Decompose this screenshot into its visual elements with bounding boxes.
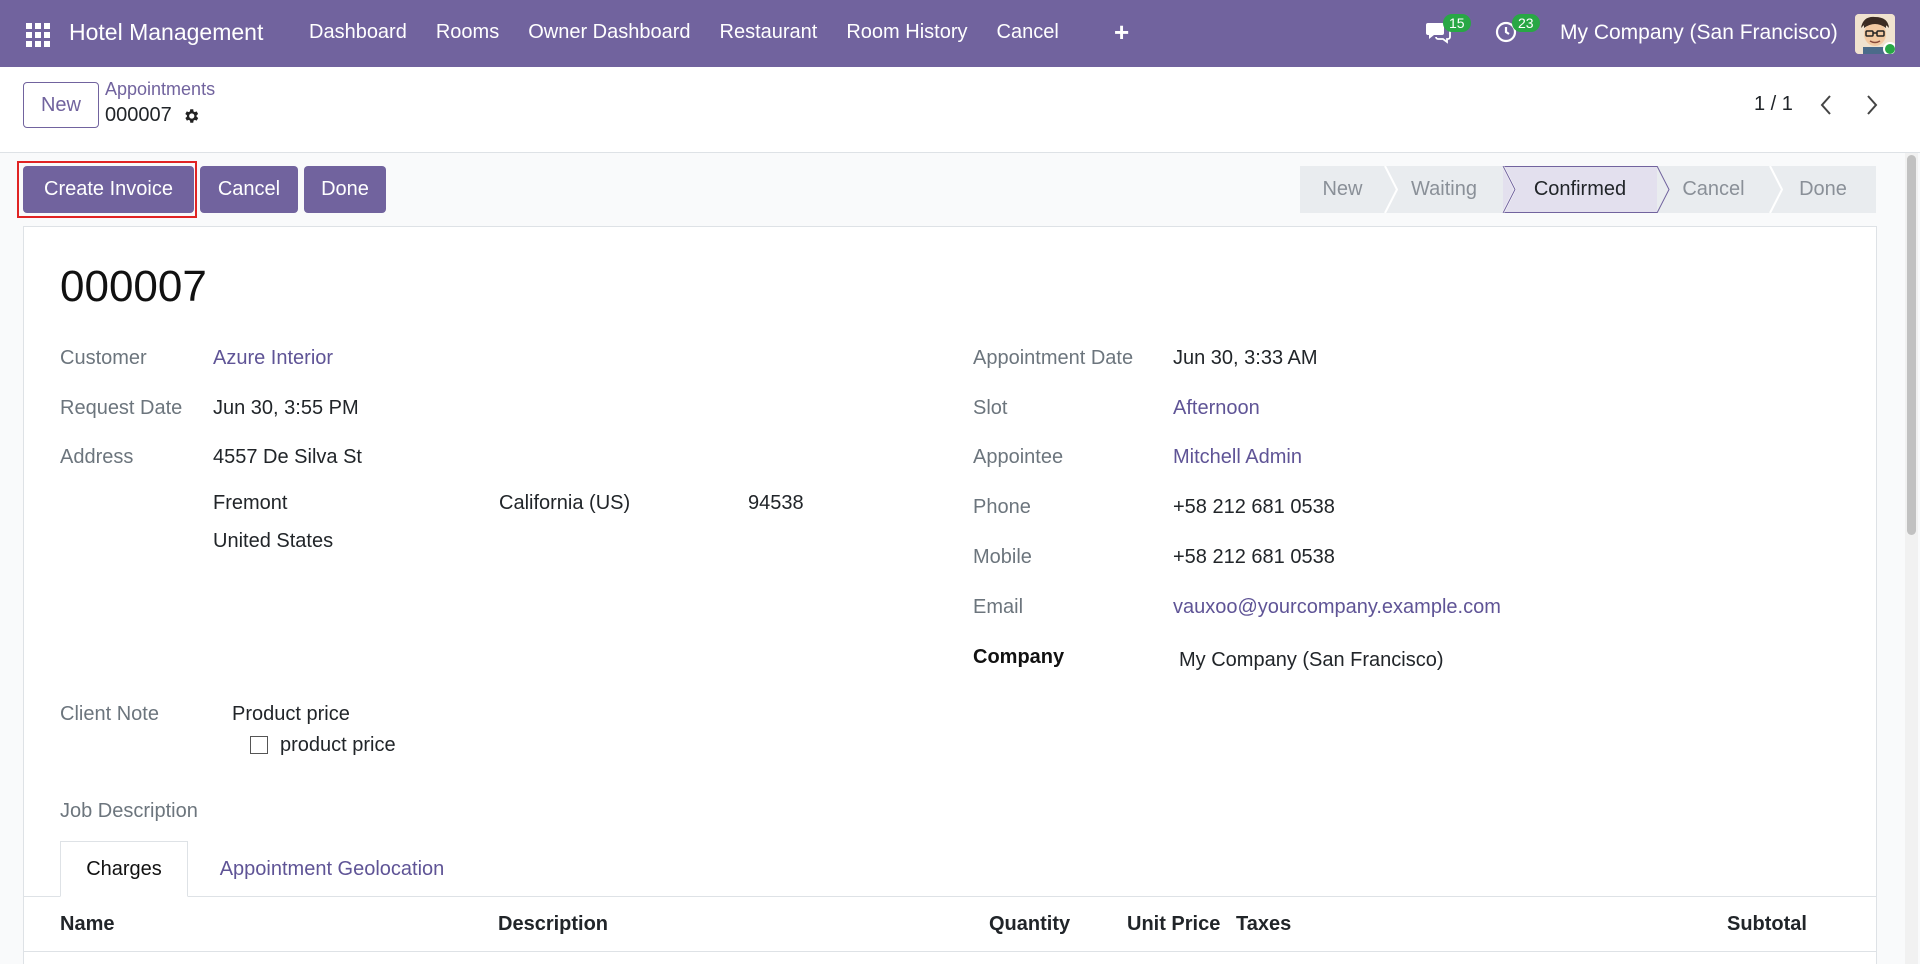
gear-icon[interactable] xyxy=(182,107,200,125)
tab-appointment-geolocation[interactable]: Appointment Geolocation xyxy=(196,841,468,897)
client-note-checkbox[interactable] xyxy=(250,736,268,754)
tab-charges[interactable]: Charges xyxy=(60,841,188,897)
state-field[interactable]: California (US) xyxy=(499,492,630,515)
main-menu: Dashboard Rooms Owner Dashboard Restaura… xyxy=(309,21,1088,44)
pager-value[interactable]: 1 / 1 xyxy=(1754,93,1793,116)
request-date-label: Request Date xyxy=(60,397,183,419)
clock-icon[interactable]: 23 xyxy=(1494,14,1540,48)
appointee-field[interactable]: Mitchell Admin xyxy=(1173,446,1302,469)
customer-field[interactable]: Azure Interior xyxy=(213,347,333,370)
phone-field[interactable]: +58 212 681 0538 xyxy=(1173,496,1335,519)
menu-item-restaurant[interactable]: Restaurant xyxy=(720,21,818,44)
chat-icon[interactable]: 15 xyxy=(1425,14,1471,48)
client-note-label: Client Note xyxy=(60,703,159,725)
new-record-button[interactable]: New xyxy=(23,82,99,128)
mobile-field[interactable]: +58 212 681 0538 xyxy=(1173,546,1335,569)
menu-item-cancel[interactable]: Cancel xyxy=(997,21,1059,44)
done-button[interactable]: Done xyxy=(304,166,386,213)
job-description-label: Job Description xyxy=(60,800,198,822)
top-navbar: Hotel Management Dashboard Rooms Owner D… xyxy=(0,0,1920,67)
street-field[interactable]: 4557 De Silva St xyxy=(213,446,362,469)
request-date-field[interactable]: Jun 30, 3:55 PM xyxy=(213,397,359,420)
menu-item-rooms[interactable]: Rooms xyxy=(436,21,499,44)
user-avatar[interactable] xyxy=(1855,14,1895,54)
create-invoice-button[interactable]: Create Invoice xyxy=(23,166,194,213)
company-label: Company xyxy=(973,646,1065,668)
column-header-subtotal[interactable]: Subtotal xyxy=(1727,913,1807,936)
company-switcher[interactable]: My Company (San Francisco) xyxy=(1560,21,1838,45)
online-status-dot xyxy=(1883,42,1895,54)
appointee-label: Appointee xyxy=(973,446,1064,468)
slot-field[interactable]: Afternoon xyxy=(1173,397,1260,420)
menu-item-room-history[interactable]: Room History xyxy=(846,21,967,44)
chevron-left-icon[interactable] xyxy=(1813,91,1839,119)
record-name-text: 000007 xyxy=(105,104,172,126)
company-field[interactable]: My Company (San Francisco) xyxy=(1179,649,1444,672)
record-title: 000007 xyxy=(60,262,207,311)
breadcrumb-appointments[interactable]: Appointments xyxy=(105,79,215,100)
column-header-unit-price[interactable]: Unit Price xyxy=(1127,913,1220,936)
chevron-right-icon[interactable] xyxy=(1859,91,1885,119)
appointment-date-label: Appointment Date xyxy=(973,347,1134,369)
apps-grid-icon[interactable] xyxy=(26,23,50,47)
client-note-item[interactable]: product price xyxy=(280,734,396,757)
customer-label: Customer xyxy=(60,347,147,369)
app-brand[interactable]: Hotel Management xyxy=(69,19,263,46)
plus-icon[interactable]: + xyxy=(1114,17,1129,48)
table-header-divider xyxy=(24,951,1876,952)
column-header-taxes[interactable]: Taxes xyxy=(1236,913,1291,936)
appointment-date-field[interactable]: Jun 30, 3:33 AM xyxy=(1173,347,1318,370)
control-panel: New Appointments 000007 1 / 1 xyxy=(0,67,1920,153)
column-header-name[interactable]: Name xyxy=(60,913,114,936)
menu-item-owner-dashboard[interactable]: Owner Dashboard xyxy=(528,21,690,44)
city-field[interactable]: Fremont xyxy=(213,492,287,515)
stage-separators xyxy=(1384,166,1784,213)
mobile-label: Mobile xyxy=(973,546,1032,568)
zip-field[interactable]: 94538 xyxy=(748,492,804,515)
email-field[interactable]: vauxoo@yourcompany.example.com xyxy=(1173,596,1501,619)
messages-badge: 15 xyxy=(1443,14,1471,32)
phone-label: Phone xyxy=(973,496,1031,518)
activities-badge: 23 xyxy=(1512,14,1540,32)
cancel-button[interactable]: Cancel xyxy=(200,166,298,213)
address-label: Address xyxy=(60,446,134,468)
country-field[interactable]: United States xyxy=(213,530,333,553)
menu-item-dashboard[interactable]: Dashboard xyxy=(309,21,407,44)
breadcrumb-current-record: 000007 xyxy=(105,104,200,127)
page-scrollbar-thumb[interactable] xyxy=(1907,155,1916,535)
client-note-heading[interactable]: Product price xyxy=(232,703,350,726)
column-header-quantity[interactable]: Quantity xyxy=(989,913,1070,936)
status-bar: New Waiting Confirmed Cancel Done xyxy=(1300,166,1876,213)
column-header-description[interactable]: Description xyxy=(498,913,608,936)
slot-label: Slot xyxy=(973,397,1008,419)
email-label: Email xyxy=(973,596,1024,618)
